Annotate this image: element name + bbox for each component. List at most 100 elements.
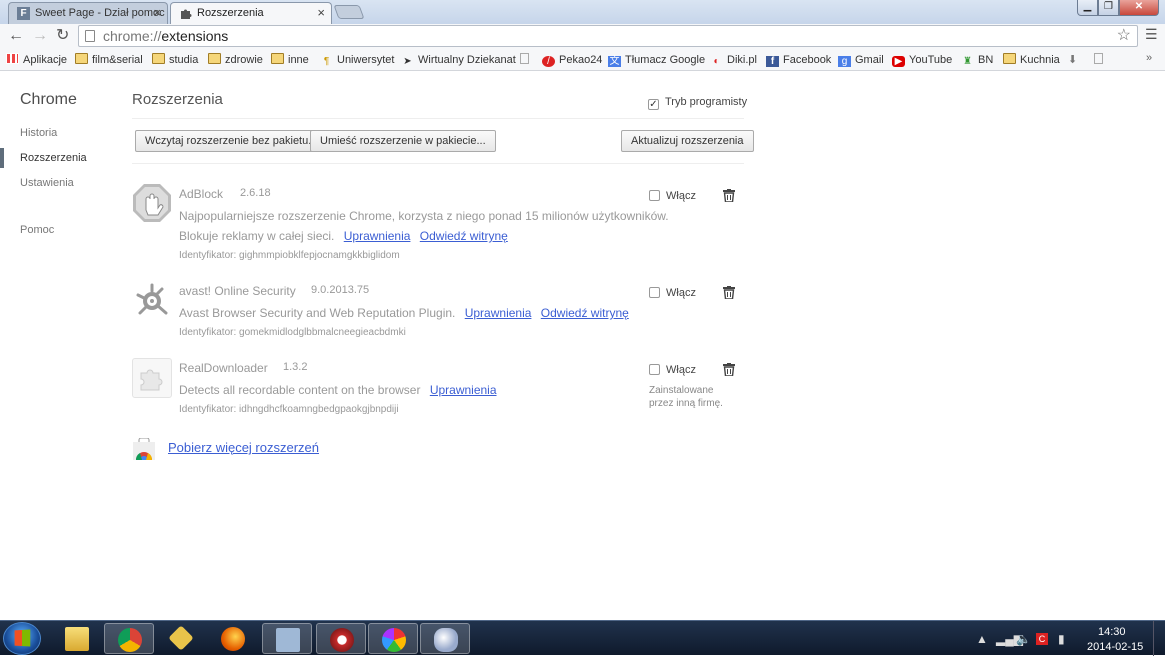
visit-website-link[interactable]: Odwiedź witrynę	[541, 306, 629, 320]
trash-icon[interactable]	[723, 189, 735, 202]
f-favicon-icon: F	[17, 7, 30, 20]
bookmark-zdrowie[interactable]: zdrowie	[208, 53, 263, 67]
extension-version: 1.3.2	[283, 361, 308, 373]
taskbar-app[interactable]	[156, 623, 206, 654]
bookmark-wirtualny-dziekanat[interactable]: ➤ Wirtualny Dziekanat	[401, 53, 516, 67]
extension-version: 9.0.2013.75	[311, 284, 370, 296]
show-hidden-icons-icon[interactable]: ▲	[976, 632, 988, 646]
checkbox-icon[interactable]	[649, 364, 660, 375]
visit-website-link[interactable]: Odwiedź witrynę	[420, 229, 508, 243]
enable-toggle[interactable]: Włącz	[649, 190, 696, 202]
battery-icon[interactable]: ▮	[1058, 632, 1065, 646]
bookmark-film-serial[interactable]: film&serial	[75, 53, 143, 67]
taskbar-chrome[interactable]	[104, 623, 154, 654]
update-extensions-button[interactable]: Aktualizuj rozszerzenia	[621, 130, 754, 152]
new-tab-button[interactable]	[333, 5, 365, 19]
taskbar-picasa[interactable]	[368, 623, 418, 654]
close-tab-icon[interactable]: ×	[153, 3, 161, 23]
installed-by-third-party-note: Zainstalowane przez inną firmę.	[649, 385, 723, 409]
extension-id: Identyfikator: gomekmidlodglbbmalcneegie…	[179, 327, 406, 338]
url-path: extensions	[161, 28, 229, 44]
sidebar-item-rozszerzenia[interactable]: Rozszerzenia	[20, 152, 87, 164]
bookmark-youtube[interactable]: ▶ YouTube	[892, 53, 952, 67]
folder-icon	[208, 53, 221, 64]
windows-taskbar: ▲ ▂▄▆ 🔈 C ▮ 14:30 2014-02-15	[0, 620, 1165, 656]
bookmark-star-icon[interactable]: ☆	[1117, 26, 1131, 46]
show-desktop-button[interactable]	[1153, 621, 1165, 656]
download-arrow-icon[interactable]: ⬇	[1068, 53, 1077, 67]
address-bar[interactable]: chrome://extensions ☆	[78, 25, 1138, 47]
chrome-menu-icon[interactable]: ☰	[1145, 26, 1158, 43]
bookmark-inne[interactable]: inne	[271, 53, 309, 67]
load-unpacked-button[interactable]: Wczytaj rozszerzenie bez pakietu...	[135, 130, 328, 152]
sidebar-item-historia[interactable]: Historia	[20, 127, 57, 139]
permissions-link[interactable]: Uprawnienia	[465, 306, 532, 320]
windows-logo-icon	[14, 629, 31, 647]
divider	[132, 163, 744, 164]
minimize-button[interactable]: ▁	[1077, 0, 1098, 16]
enable-toggle[interactable]: Włącz	[649, 287, 696, 299]
bookmark-tlumacz-google[interactable]: 文 Tłumacz Google	[608, 53, 705, 67]
enable-toggle[interactable]: Włącz	[649, 364, 696, 376]
extension-id: Identyfikator: gighmmpiobklfepjocnamgkkb…	[179, 250, 400, 261]
network-icon	[276, 628, 300, 652]
extension-description: Avast Browser Security and Web Reputatio…	[179, 306, 629, 320]
divider	[132, 118, 744, 119]
maximize-button[interactable]: ❐	[1098, 0, 1119, 16]
gmail-icon: g	[838, 56, 851, 67]
clock-time[interactable]: 14:30	[1098, 626, 1126, 638]
antivirus-icon[interactable]: C	[1036, 633, 1048, 645]
close-window-button[interactable]: ✕	[1119, 0, 1159, 16]
volume-icon[interactable]: 🔈	[1016, 632, 1031, 646]
trash-icon[interactable]	[723, 286, 735, 299]
back-arrow-icon[interactable]: ←	[8, 26, 24, 46]
extension-description: Najpopularniejsze rozszerzenie Chrome, k…	[179, 209, 669, 223]
bookmark-bn[interactable]: ♜ BN	[961, 53, 993, 67]
facebook-icon: f	[766, 56, 779, 67]
clock-date[interactable]: 2014-02-15	[1087, 641, 1143, 653]
checkbox-icon[interactable]	[649, 190, 660, 201]
trash-icon[interactable]	[723, 363, 735, 376]
bookmark-kuchnia[interactable]: Kuchnia	[1003, 53, 1060, 67]
bookmark-blank[interactable]	[520, 53, 533, 67]
bookmark-blank-2[interactable]	[1094, 53, 1107, 67]
extension-version: 2.6.18	[240, 187, 271, 199]
bookmark-uniwersytet[interactable]: ¶ Uniwersytet	[320, 53, 395, 67]
bookmark-pekao24[interactable]: / Pekao24	[542, 53, 602, 67]
get-more-extensions-link[interactable]: Pobierz więcej rozszerzeń	[168, 440, 319, 455]
taskbar-explorer[interactable]	[52, 623, 102, 654]
permissions-link[interactable]: Uprawnienia	[430, 383, 497, 397]
tab-sweet-page[interactable]: F Sweet Page - Dział pomoc ×	[8, 2, 168, 24]
sidebar-item-ustawienia[interactable]: Ustawienia	[20, 177, 74, 189]
taskbar-network[interactable]	[262, 623, 312, 654]
bookmark-aplikacje[interactable]: Aplikacje	[6, 53, 67, 67]
bookmark-facebook[interactable]: f Facebook	[766, 53, 831, 67]
developer-mode-toggle[interactable]: ✓ Tryb programisty	[648, 96, 747, 110]
close-tab-icon[interactable]: ×	[317, 3, 325, 23]
bookmark-gmail[interactable]: g Gmail	[838, 53, 884, 67]
youtube-icon: ▶	[892, 56, 905, 67]
taskbar-firefox[interactable]	[208, 623, 258, 654]
page-icon	[1094, 53, 1103, 64]
page-icon	[520, 53, 529, 64]
tab-rozszerzenia[interactable]: Rozszerzenia ×	[170, 2, 332, 24]
folder-icon	[75, 53, 88, 64]
bookmark-studia[interactable]: studia	[152, 53, 198, 67]
start-button[interactable]	[3, 622, 41, 655]
picasa-icon	[382, 628, 406, 652]
taskbar-paint[interactable]	[420, 623, 470, 654]
reload-icon[interactable]: ↻	[56, 26, 69, 46]
taskbar-speed[interactable]	[316, 623, 366, 654]
forward-arrow-icon[interactable]: →	[32, 26, 48, 46]
permissions-link[interactable]: Uprawnienia	[344, 229, 411, 243]
extension-name: avast! Online Security	[179, 284, 296, 298]
pack-extension-button[interactable]: Umieść rozszerzenie w pakiecie...	[310, 130, 496, 152]
extension-id: Identyfikator: idhngdhcfkoamngbedgpaokgj…	[179, 404, 399, 415]
sidebar: Chrome Historia Rozszerzenia Ustawienia …	[0, 72, 118, 620]
bookmarks-overflow-icon[interactable]: »	[1146, 52, 1152, 64]
checkbox-checked-icon[interactable]: ✓	[648, 99, 659, 110]
bookmark-diki[interactable]: ◐ Diki.pl	[710, 53, 756, 67]
folder-icon	[271, 53, 284, 64]
sidebar-item-pomoc[interactable]: Pomoc	[20, 224, 54, 236]
checkbox-icon[interactable]	[649, 287, 660, 298]
